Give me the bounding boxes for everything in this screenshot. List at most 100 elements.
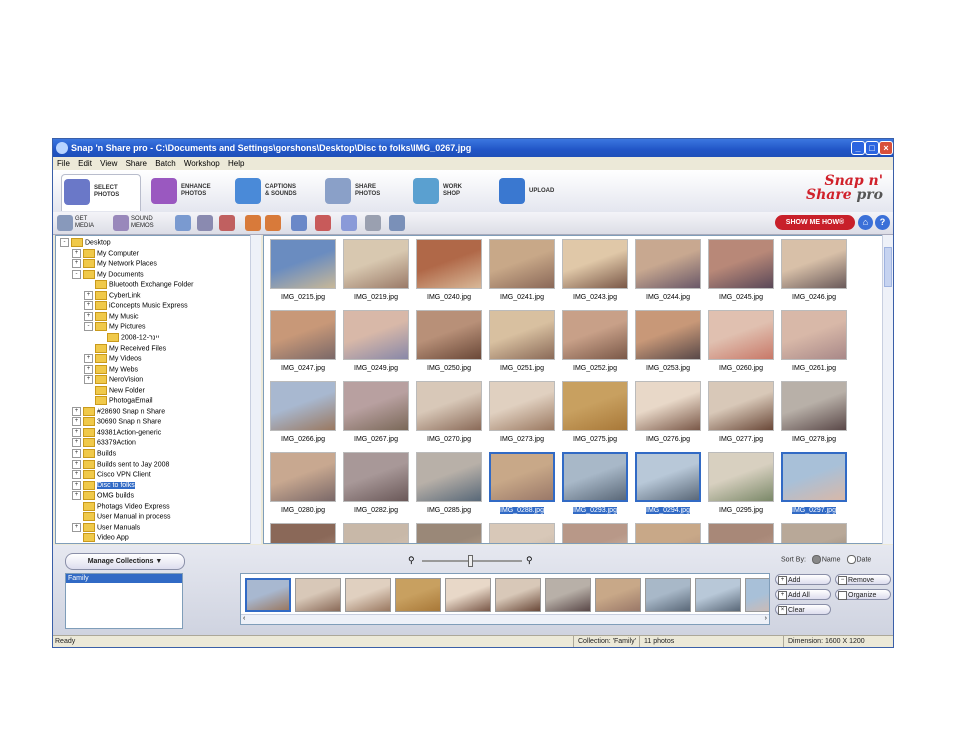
photo-thumbnail[interactable] bbox=[341, 523, 411, 543]
photo-image[interactable] bbox=[708, 310, 774, 360]
photo-image[interactable] bbox=[270, 239, 336, 289]
tree-item[interactable]: + #28690 Snap n Share bbox=[72, 406, 165, 417]
get-media-button[interactable]: GET MEDIA bbox=[57, 215, 109, 231]
photo-thumbnail[interactable]: IMG_0249.jpg bbox=[341, 310, 411, 376]
collection-thumbnail[interactable] bbox=[495, 578, 541, 612]
photo-image[interactable] bbox=[416, 381, 482, 431]
expand-icon[interactable]: + bbox=[72, 406, 81, 416]
tab-select-photos[interactable]: SELECT PHOTOS bbox=[61, 174, 141, 211]
collection-thumbnail[interactable] bbox=[395, 578, 441, 612]
photo-thumbnail[interactable] bbox=[633, 523, 703, 543]
expand-icon[interactable]: + bbox=[84, 364, 93, 374]
tree-item[interactable]: + NeroVision bbox=[84, 375, 143, 385]
photo-image[interactable] bbox=[270, 452, 336, 502]
photo-image[interactable] bbox=[781, 239, 847, 289]
minimize-button[interactable]: _ bbox=[851, 141, 865, 155]
expand-icon[interactable]: + bbox=[72, 259, 81, 269]
photo-image[interactable] bbox=[343, 310, 409, 360]
print-button[interactable] bbox=[365, 215, 381, 231]
photo-image[interactable] bbox=[708, 381, 774, 431]
collection-thumbnail[interactable] bbox=[445, 578, 491, 612]
zoom-button[interactable] bbox=[389, 215, 405, 231]
organize-button[interactable]: Organize bbox=[835, 589, 891, 600]
photo-image[interactable] bbox=[489, 452, 555, 502]
expand-icon[interactable]: + bbox=[72, 449, 81, 458]
photo-thumbnail[interactable]: IMG_0247.jpg bbox=[268, 310, 338, 376]
menu-share[interactable]: Share bbox=[126, 157, 147, 170]
expand-icon[interactable]: + bbox=[72, 480, 81, 490]
photo-thumbnail[interactable]: IMG_0219.jpg bbox=[341, 239, 411, 305]
menu-help[interactable]: Help bbox=[228, 157, 244, 170]
photo-thumbnail[interactable] bbox=[560, 523, 630, 543]
photo-image[interactable] bbox=[489, 239, 555, 289]
tree-item[interactable]: - My Documents bbox=[72, 269, 144, 280]
tree-item[interactable]: +49381Action-generic bbox=[72, 427, 161, 438]
photo-image[interactable] bbox=[562, 239, 628, 289]
collapse-icon[interactable]: - bbox=[60, 238, 69, 247]
photo-thumbnail[interactable]: IMG_0260.jpg bbox=[706, 310, 776, 376]
tree-item[interactable]: + My Computer bbox=[72, 248, 139, 259]
expand-icon[interactable]: + bbox=[72, 491, 81, 501]
slideshow-button[interactable] bbox=[315, 215, 331, 231]
edit-button[interactable] bbox=[291, 215, 307, 231]
tree-item[interactable]: + Builds sent to Jay 2008 bbox=[72, 459, 169, 470]
photo-image[interactable] bbox=[562, 381, 628, 431]
photo-image[interactable] bbox=[708, 239, 774, 289]
expand-icon[interactable]: + bbox=[72, 438, 81, 448]
photo-thumbnail[interactable]: IMG_0276.jpg bbox=[633, 381, 703, 447]
tree-item[interactable]: + My Network Places bbox=[72, 259, 157, 269]
photo-image[interactable] bbox=[562, 523, 628, 543]
tree-item[interactable]: - Desktop bbox=[60, 238, 111, 248]
photo-thumbnail[interactable]: IMG_0245.jpg bbox=[706, 239, 776, 305]
manage-collections-dropdown[interactable]: Manage Collections ▼ bbox=[65, 553, 185, 570]
photo-thumbnail[interactable] bbox=[268, 523, 338, 543]
collapse-icon[interactable]: - bbox=[72, 269, 81, 279]
photo-image[interactable] bbox=[416, 239, 482, 289]
photo-image[interactable] bbox=[489, 381, 555, 431]
tree-item[interactable]: PhotogaEmail bbox=[84, 396, 153, 406]
tree-item[interactable]: + Builds bbox=[72, 449, 116, 459]
photo-image[interactable] bbox=[270, 523, 336, 543]
photo-image[interactable] bbox=[781, 523, 847, 543]
collection-list[interactable]: Family bbox=[65, 573, 183, 629]
photo-image[interactable] bbox=[562, 310, 628, 360]
photo-image[interactable] bbox=[489, 523, 555, 543]
tree-item[interactable]: + CyberLink bbox=[84, 290, 141, 301]
sound-memos-button[interactable]: SOUND MEMOS bbox=[113, 215, 169, 231]
tree-item[interactable]: + My Videos bbox=[84, 354, 142, 364]
collection-strip[interactable]: ‹ › bbox=[240, 573, 770, 625]
tree-item[interactable]: + My Webs bbox=[84, 364, 138, 375]
tab-upload[interactable]: UPLOAD bbox=[497, 174, 575, 210]
photo-thumbnail[interactable]: IMG_0243.jpg bbox=[560, 239, 630, 305]
photo-thumbnail[interactable]: IMG_0282.jpg bbox=[341, 452, 411, 518]
maximize-button[interactable]: □ bbox=[865, 141, 879, 155]
collapse-icon[interactable]: - bbox=[84, 322, 93, 332]
photo-image[interactable] bbox=[270, 381, 336, 431]
tree-item[interactable]: +30690 Snap n Share bbox=[72, 417, 161, 427]
show-me-how-button[interactable]: SHOW ME HOW® bbox=[775, 215, 855, 230]
expand-icon[interactable]: + bbox=[84, 375, 93, 385]
photo-thumbnail[interactable]: IMG_0250.jpg bbox=[414, 310, 484, 376]
tree-item[interactable]: Video App bbox=[72, 533, 129, 543]
tree-item[interactable]: +63379Action bbox=[72, 438, 136, 448]
collection-thumbnail[interactable] bbox=[545, 578, 591, 612]
add-all-button[interactable]: + Add All bbox=[775, 589, 831, 600]
photo-thumbnail[interactable]: IMG_0285.jpg bbox=[414, 452, 484, 518]
photo-image[interactable] bbox=[708, 452, 774, 502]
folder-tree[interactable]: - Desktop + My Computer + My Network Places - M… bbox=[55, 235, 261, 544]
photo-image[interactable] bbox=[343, 381, 409, 431]
expand-icon[interactable]: + bbox=[72, 248, 81, 258]
photo-thumbnail[interactable]: IMG_0297.jpg bbox=[779, 452, 849, 518]
photo-thumbnail[interactable]: IMG_0280.jpg bbox=[268, 452, 338, 518]
photo-image[interactable] bbox=[343, 239, 409, 289]
tree-item[interactable]: Photags Video Express bbox=[72, 501, 170, 512]
photo-image[interactable] bbox=[635, 452, 701, 502]
collection-thumbnail[interactable] bbox=[595, 578, 641, 612]
tree-item[interactable]: + Cisco VPN Client bbox=[72, 470, 151, 480]
tree-item[interactable]: + Disc to folks bbox=[72, 480, 135, 491]
photo-image[interactable] bbox=[270, 310, 336, 360]
photo-thumbnail[interactable]: IMG_0253.jpg bbox=[633, 310, 703, 376]
photo-image[interactable] bbox=[635, 381, 701, 431]
tree-item[interactable]: 2008-12-יינר bbox=[96, 332, 159, 343]
expand-icon[interactable]: + bbox=[72, 522, 81, 532]
